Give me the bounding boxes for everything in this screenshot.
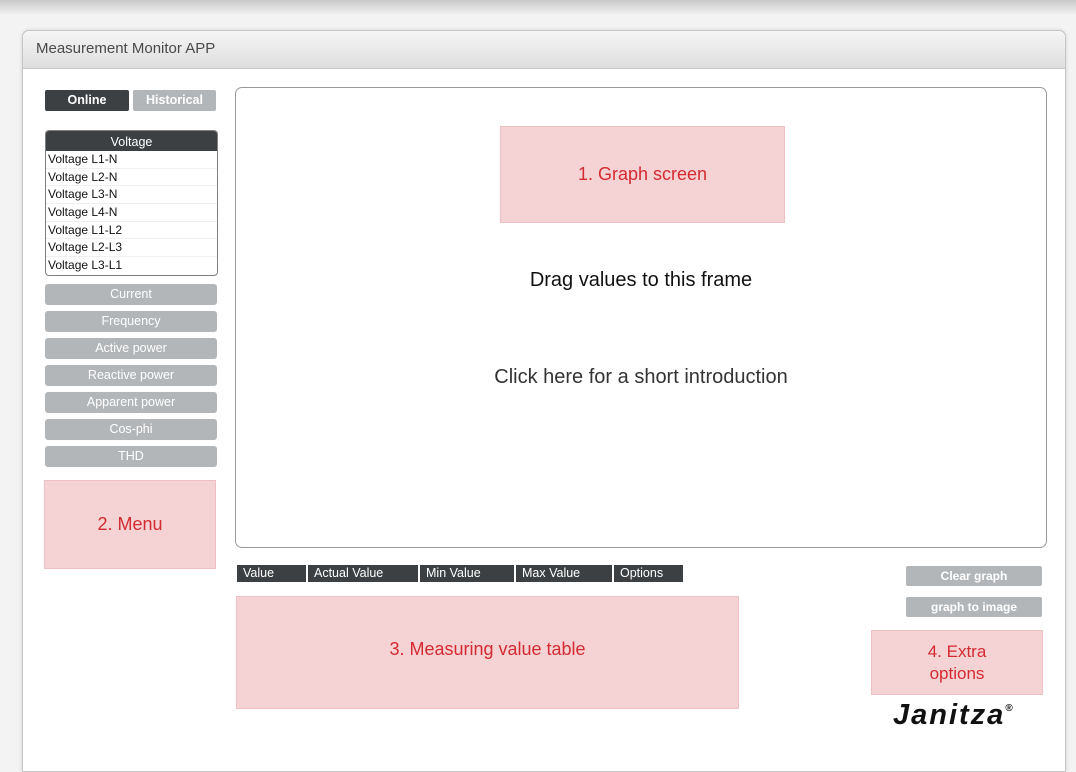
janitza-logo: Janitza® xyxy=(893,699,1015,732)
graph-frame[interactable]: 1. Graph screen Drag values to this fram… xyxy=(235,87,1047,548)
column-header-min-value: Min Value xyxy=(420,565,516,582)
column-header-actual-value: Actual Value xyxy=(308,565,420,582)
drag-hint: Drag values to this frame xyxy=(529,269,753,291)
annotation-menu: 2. Menu xyxy=(44,480,216,569)
menu-item-voltage-l3-n[interactable]: Voltage L3-N xyxy=(46,186,217,205)
menu-item-voltage-l2-n[interactable]: Voltage L2-N xyxy=(46,169,217,187)
tab-online[interactable]: Online xyxy=(45,90,129,111)
menu-item-voltage-l1-l2[interactable]: Voltage L1-L2 xyxy=(46,222,217,240)
app-title: Measurement Monitor APP xyxy=(36,40,216,57)
brand-name: Janitza xyxy=(893,699,1006,731)
column-header-value: Value xyxy=(237,565,308,582)
menu-item-voltage-l1-n[interactable]: Voltage L1-N xyxy=(46,151,217,169)
menu-group-thd[interactable]: THD xyxy=(45,446,217,467)
voltage-menu: Voltage Voltage L1-N Voltage L2-N Voltag… xyxy=(45,130,218,276)
clear-graph-button[interactable]: Clear graph xyxy=(906,566,1042,586)
menu-group-cos-phi[interactable]: Cos-phi xyxy=(45,419,217,440)
annotation-menu-label: 2. Menu xyxy=(97,514,163,534)
column-header-max-value: Max Value xyxy=(516,565,614,582)
tab-historical[interactable]: Historical xyxy=(133,90,216,111)
annotation-value-table: 3. Measuring value table xyxy=(236,596,739,709)
annotation-graph-screen-label: 1. Graph screen xyxy=(577,164,708,184)
title-bar: Measurement Monitor APP xyxy=(23,31,1065,69)
menu-item-voltage-l3-l1[interactable]: Voltage L3-L1 xyxy=(46,257,217,275)
menu-group-current[interactable]: Current xyxy=(45,284,217,305)
registered-mark: ® xyxy=(1005,703,1015,714)
menu-group-voltage[interactable]: Voltage xyxy=(46,131,217,151)
value-table-header: Value Actual Value Min Value Max Value O… xyxy=(237,565,683,582)
menu-group-active-power[interactable]: Active power xyxy=(45,338,217,359)
app-window: Measurement Monitor APP Online Historica… xyxy=(22,30,1066,772)
menu-group-frequency[interactable]: Frequency xyxy=(45,311,217,332)
graph-to-image-button[interactable]: graph to image xyxy=(906,597,1042,617)
menu-group-apparent-power[interactable]: Apparent power xyxy=(45,392,217,413)
annotation-extra-options-line2: options xyxy=(929,663,985,683)
column-header-options: Options xyxy=(614,565,683,582)
annotation-graph-screen: 1. Graph screen xyxy=(500,126,785,223)
annotation-extra-options-line1: 4. Extra xyxy=(927,641,987,661)
intro-link[interactable]: Click here for a short introduction xyxy=(236,366,1046,389)
menu-group-reactive-power[interactable]: Reactive power xyxy=(45,365,217,386)
annotation-value-table-label: 3. Measuring value table xyxy=(389,639,586,659)
menu-item-voltage-l4-n[interactable]: Voltage L4-N xyxy=(46,204,217,222)
annotation-extra-options: 4. Extra options xyxy=(871,630,1043,695)
menu-item-voltage-l2-l3[interactable]: Voltage L2-L3 xyxy=(46,239,217,258)
top-shade xyxy=(0,0,1076,14)
